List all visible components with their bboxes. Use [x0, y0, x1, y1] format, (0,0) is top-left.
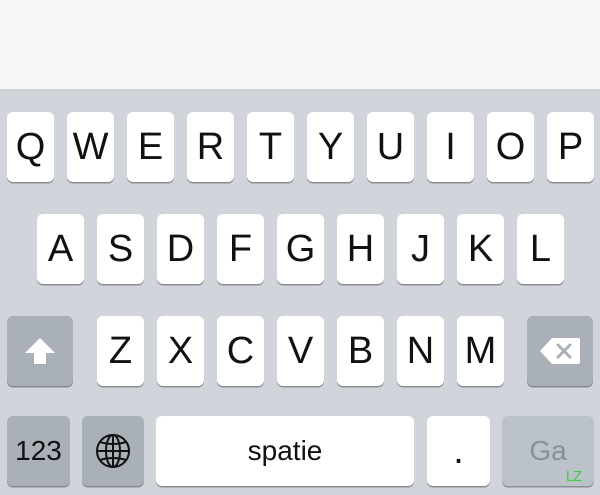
key-w[interactable]: W: [67, 112, 114, 182]
key-i[interactable]: I: [427, 112, 474, 182]
key-n[interactable]: N: [397, 316, 444, 386]
key-m[interactable]: M: [457, 316, 504, 386]
key-h[interactable]: H: [337, 214, 384, 284]
key-f[interactable]: F: [217, 214, 264, 284]
key-c[interactable]: C: [217, 316, 264, 386]
key-d[interactable]: D: [157, 214, 204, 284]
shift-arrow-icon: [23, 335, 57, 367]
watermark: LZ: [565, 470, 582, 485]
key-u[interactable]: U: [367, 112, 414, 182]
shift-key[interactable]: [7, 316, 73, 386]
on-screen-keyboard: Q W E R T Y U I O P A S D F G H J K L Z …: [0, 90, 600, 495]
key-j[interactable]: J: [397, 214, 444, 284]
key-p[interactable]: P: [547, 112, 594, 182]
key-y[interactable]: Y: [307, 112, 354, 182]
backspace-icon: [538, 336, 582, 366]
key-s[interactable]: S: [97, 214, 144, 284]
text-input-area: [0, 0, 600, 90]
key-k[interactable]: K: [457, 214, 504, 284]
key-l[interactable]: L: [517, 214, 564, 284]
key-z[interactable]: Z: [97, 316, 144, 386]
delete-key[interactable]: [527, 316, 593, 386]
key-r[interactable]: R: [187, 112, 234, 182]
key-x[interactable]: X: [157, 316, 204, 386]
globe-icon: [94, 432, 132, 470]
period-key[interactable]: .: [427, 416, 490, 486]
key-g[interactable]: G: [277, 214, 324, 284]
key-a[interactable]: A: [37, 214, 84, 284]
key-t[interactable]: T: [247, 112, 294, 182]
key-v[interactable]: V: [277, 316, 324, 386]
key-q[interactable]: Q: [7, 112, 54, 182]
numbers-key[interactable]: 123: [7, 416, 70, 486]
space-key[interactable]: spatie: [156, 416, 414, 486]
globe-key[interactable]: [82, 416, 144, 486]
key-o[interactable]: O: [487, 112, 534, 182]
key-e[interactable]: E: [127, 112, 174, 182]
key-b[interactable]: B: [337, 316, 384, 386]
